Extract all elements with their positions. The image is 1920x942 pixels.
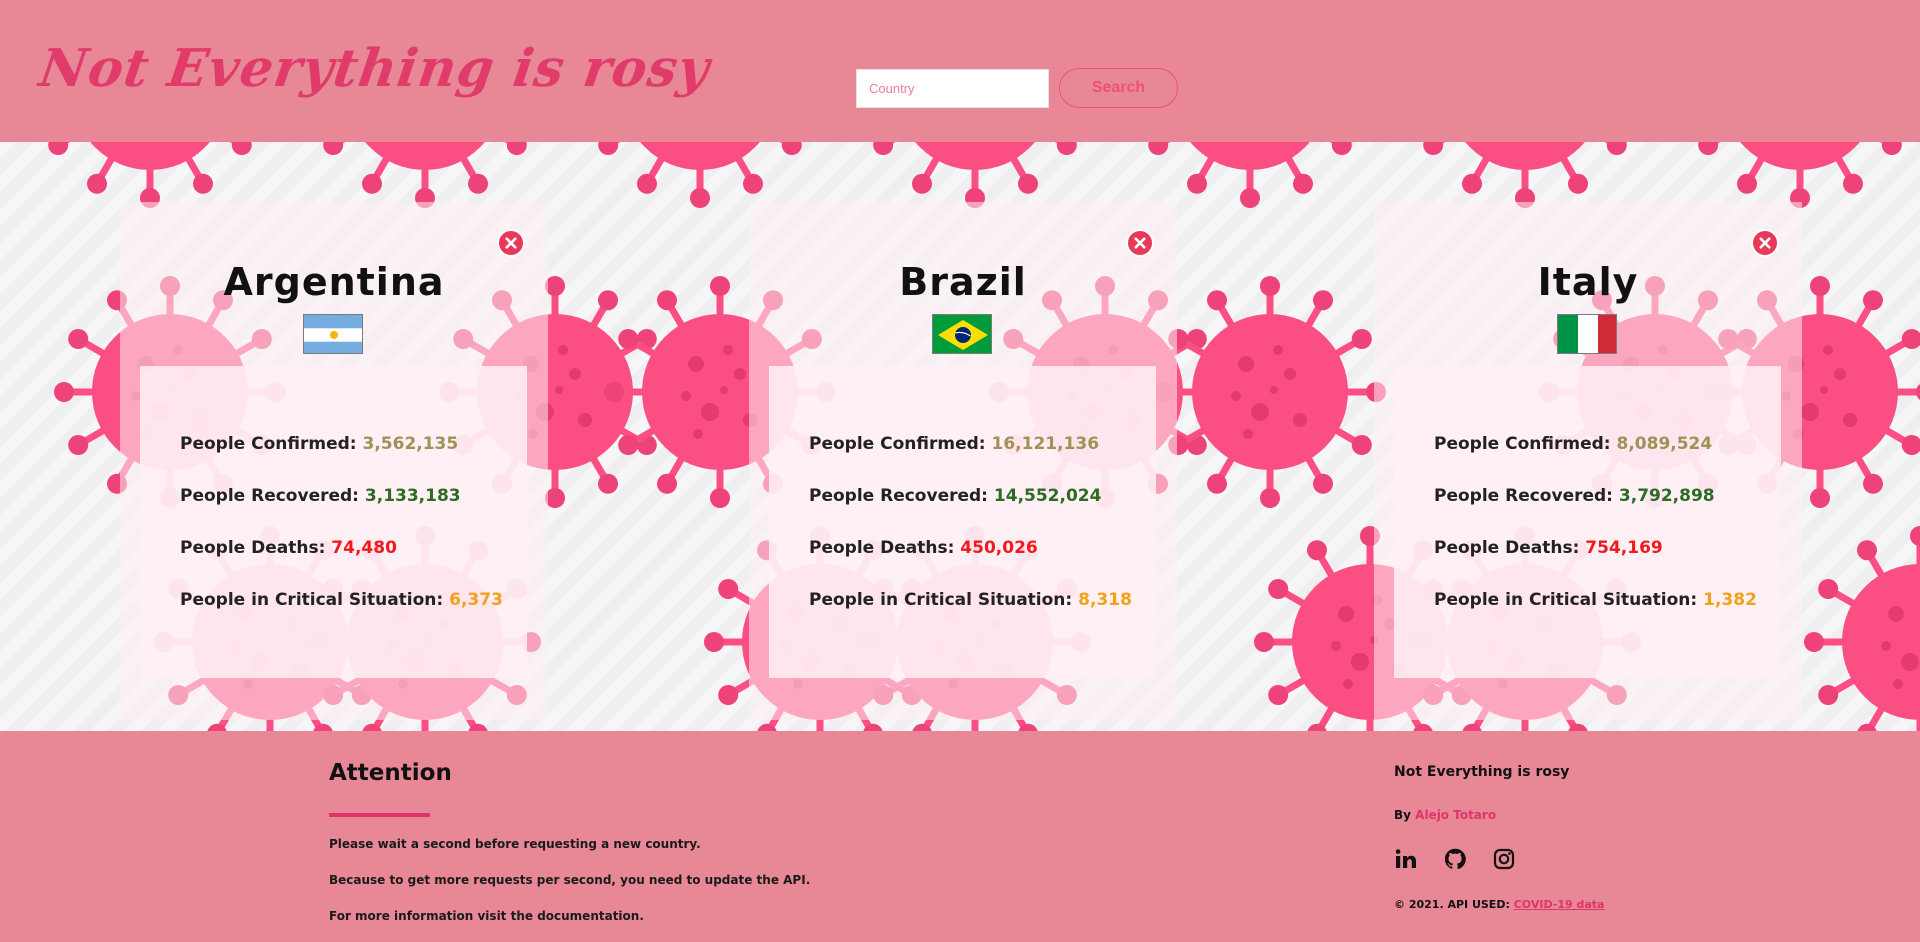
country-name: Brazil [899,260,1027,304]
main-content: Argentina People Confirmed: 3,562,135 Pe… [0,142,1920,731]
brand-title: Not Everything is rosy [35,38,714,99]
close-card-button[interactable] [1126,229,1154,257]
attention-title: Attention [329,760,452,786]
italy-flag [1557,314,1617,354]
attention-line: For more information visit the documenta… [329,909,644,923]
attention-line: Because to get more requests per second,… [329,873,811,887]
linkedin-icon[interactable] [1394,847,1418,871]
deaths-value: 74,480 [331,538,397,558]
footer-site-title: Not Everything is rosy [1394,764,1570,780]
country-search-input[interactable] [856,69,1049,108]
stat-confirmed: People Confirmed: 16,121,136 [809,434,1100,454]
stat-recovered: People Recovered: 3,792,898 [1434,486,1715,506]
stat-confirmed: People Confirmed: 3,562,135 [180,434,459,454]
stat-recovered: People Recovered: 14,552,024 [809,486,1102,506]
confirmed-value: 8,089,524 [1616,434,1713,454]
footer-byline: By Alejo Totaro [1394,808,1497,822]
footer: Attention Please wait a second before re… [0,731,1920,942]
virus-icon [1150,272,1390,512]
search-button[interactable]: Search [1059,68,1178,108]
instagram-icon[interactable] [1492,847,1516,871]
stats-panel: People Confirmed: 16,121,136 People Reco… [769,366,1156,678]
close-icon [1759,237,1771,249]
recovered-value: 3,792,898 [1618,486,1715,506]
github-icon[interactable] [1443,847,1467,871]
stat-critical: People in Critical Situation: 1,382 [1434,590,1757,610]
close-card-button[interactable] [1751,229,1779,257]
recovered-value: 3,133,183 [364,486,461,506]
country-card-brazil: Brazil People Confirmed: 16,121,136 Peop… [749,202,1177,720]
country-card-italy: Italy People Confirmed: 8,089,524 People… [1374,202,1802,720]
stat-deaths: People Deaths: 74,480 [180,538,397,558]
confirmed-value: 3,562,135 [362,434,459,454]
attention-divider [329,813,430,817]
stat-confirmed: People Confirmed: 8,089,524 [1434,434,1713,454]
stat-critical: People in Critical Situation: 8,318 [809,590,1132,610]
country-card-argentina: Argentina People Confirmed: 3,562,135 Pe… [120,202,548,720]
brazil-flag [932,314,992,354]
virus-icon [1800,522,1920,731]
stat-deaths: People Deaths: 754,169 [1434,538,1663,558]
api-link[interactable]: COVID-19 data [1514,898,1605,911]
stat-deaths: People Deaths: 450,026 [809,538,1038,558]
confirmed-value: 16,121,136 [991,434,1100,454]
attention-line: Please wait a second before requesting a… [329,837,701,851]
country-name: Argentina [223,260,445,304]
stat-critical: People in Critical Situation: 6,373 [180,590,503,610]
stat-recovered: People Recovered: 3,133,183 [180,486,461,506]
deaths-value: 754,169 [1585,538,1663,558]
critical-value: 8,318 [1078,590,1132,610]
copyright-text: © 2021. API USED: COVID-19 data [1394,898,1605,911]
close-icon [505,237,517,249]
critical-value: 6,373 [449,590,503,610]
close-card-button[interactable] [497,229,525,257]
deaths-value: 450,026 [960,538,1038,558]
close-icon [1134,237,1146,249]
critical-value: 1,382 [1703,590,1757,610]
header: Not Everything is rosy Search [0,0,1920,142]
stats-panel: People Confirmed: 8,089,524 People Recov… [1394,366,1781,678]
argentina-flag [303,314,363,354]
country-name: Italy [1537,260,1639,304]
author-link[interactable]: Alejo Totaro [1415,808,1496,822]
stats-panel: People Confirmed: 3,562,135 People Recov… [140,366,527,678]
recovered-value: 14,552,024 [993,486,1102,506]
